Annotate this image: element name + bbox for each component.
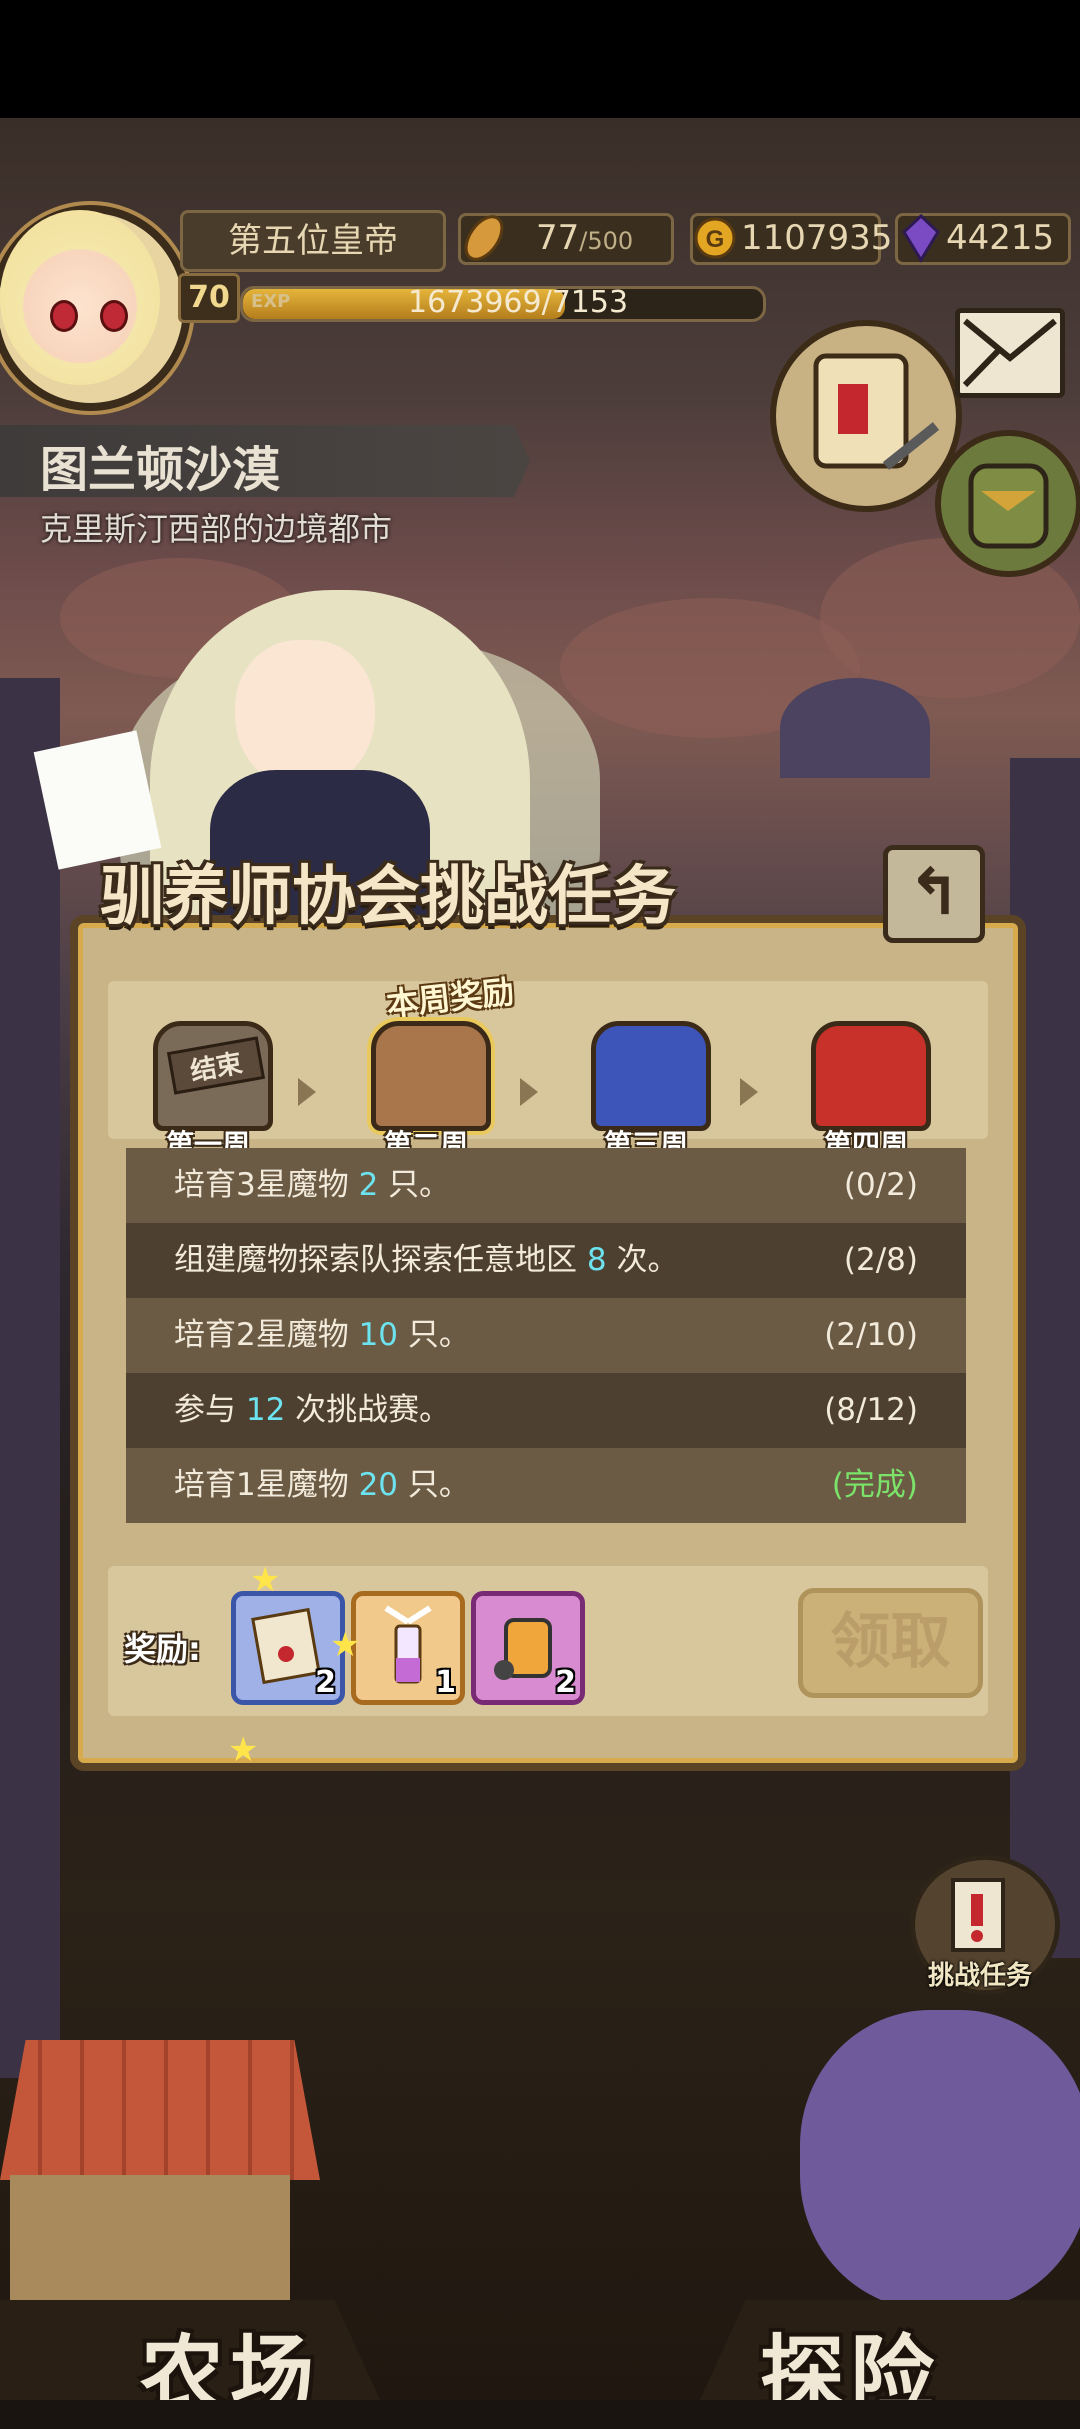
sparkle-icon: ★ <box>228 1730 259 1770</box>
task-progress: (8/12) <box>824 1392 918 1428</box>
tower <box>0 678 60 2078</box>
task-target: 2 <box>358 1167 379 1203</box>
exp-tag: EXP <box>251 291 291 312</box>
avatar[interactable] <box>0 210 160 385</box>
palace-dome <box>780 678 930 778</box>
back-arrow-icon: ↰ <box>907 856 961 930</box>
character-face <box>235 640 375 790</box>
reward-item[interactable]: 2 <box>471 1591 585 1705</box>
arrow-right-icon <box>298 1078 316 1106</box>
reward-count: 2 <box>555 1665 576 1700</box>
gem-icon <box>902 213 940 263</box>
panel-title: 驯养师协会挑战任务 <box>100 860 676 934</box>
challenge-quest-label: 挑战任务 <box>927 1961 1032 1991</box>
task-text: 只。 <box>398 1317 470 1353</box>
gem-value: 44215 <box>946 218 1055 258</box>
task-target: 8 <box>586 1242 607 1278</box>
mail-button[interactable] <box>955 308 1065 398</box>
task-row: 培育2星魔物 10 只。 (2/10) <box>126 1298 966 1373</box>
arrow-right-icon <box>520 1078 538 1106</box>
bag-button[interactable] <box>935 430 1080 577</box>
quest-scroll-button[interactable] <box>770 320 962 512</box>
task-list: 培育3星魔物 2 只。 (0/2) 组建魔物探索队探索任意地区 8 次。 (2/… <box>126 1148 966 1523</box>
task-text: 次挑战赛。 <box>285 1392 451 1428</box>
gold-value: 1107935 <box>741 218 893 258</box>
challenge-panel: 本周奖励 结束 第一周 第二周 第三周 第四周 培育3星魔物 2 只。 (0/2… <box>70 915 1026 1771</box>
svg-text:G: G <box>706 226 725 253</box>
envelope-icon <box>962 318 1057 388</box>
stamina-current: 77 <box>536 218 580 258</box>
nav-explore-label: 探险 <box>760 2326 941 2424</box>
exp-text: 1673969/7153 <box>408 285 629 320</box>
task-text: 培育2星魔物 <box>174 1317 359 1353</box>
sparkle-icon: ★ <box>330 1625 361 1665</box>
week-3-tab[interactable]: 第三周 <box>576 1021 716 1161</box>
task-row: 组建魔物探索队探索任意地区 8 次。 (2/8) <box>126 1223 966 1298</box>
task-row: 培育3星魔物 2 只。 (0/2) <box>126 1148 966 1223</box>
red-chest-icon <box>811 1021 931 1131</box>
location-description: 克里斯汀西部的边境都市 <box>40 510 393 548</box>
sparkle-icon: ★ <box>250 1560 281 1600</box>
task-row: 培育1星魔物 20 只。 (完成) <box>126 1448 966 1523</box>
task-row: 参与 12 次挑战赛。 (8/12) <box>126 1373 966 1448</box>
stamina-max: /500 <box>579 227 634 255</box>
task-progress: (2/8) <box>843 1242 918 1278</box>
gem-box[interactable]: 44215 <box>895 213 1071 265</box>
gold-box[interactable]: G 1107935 <box>690 213 892 265</box>
back-button[interactable]: ↰ <box>883 845 985 943</box>
task-text: 参与 <box>174 1392 246 1428</box>
week-1-tab[interactable]: 结束 第一周 <box>138 1021 278 1161</box>
stamina-box[interactable]: 77/500 <box>458 213 674 265</box>
player-title: 第五位皇帝 <box>180 210 446 272</box>
week-2-tab[interactable]: 第二周 <box>356 1021 496 1161</box>
scroll-icon <box>813 353 940 470</box>
task-text: 培育1星魔物 <box>174 1467 359 1503</box>
exp-bar: EXP 1673969/7153 <box>240 285 766 322</box>
task-text: 组建魔物探索队探索任意地区 <box>174 1242 587 1278</box>
eye <box>100 300 128 332</box>
arrow-right-icon <box>740 1078 758 1106</box>
reward-count: 1 <box>435 1665 456 1700</box>
week-4-tab[interactable]: 第四周 <box>796 1021 936 1161</box>
bread-icon <box>464 215 504 261</box>
week-strip: 本周奖励 结束 第一周 第二周 第三周 第四周 <box>108 972 988 1161</box>
blue-chest-icon <box>591 1021 711 1131</box>
ended-stamp: 结束 <box>166 1036 266 1095</box>
brown-chest-icon: 结束 <box>153 1021 273 1131</box>
task-target: 10 <box>358 1317 399 1353</box>
task-text: 次。 <box>606 1242 679 1278</box>
task-progress: (0/2) <box>843 1167 918 1203</box>
reward-item[interactable]: 2 <box>231 1591 345 1705</box>
reward-item[interactable]: 1 <box>351 1591 465 1705</box>
status-bar <box>0 0 1080 118</box>
eye <box>50 300 78 332</box>
reward-count: 2 <box>315 1665 336 1700</box>
nav-farm-button[interactable]: 农场 <box>0 2300 380 2400</box>
nav-farm-label: 农场 <box>140 2326 321 2424</box>
task-target: 12 <box>245 1392 286 1428</box>
location-name: 图兰顿沙漠 <box>40 442 281 498</box>
reward-label: 奖励: <box>124 1630 201 1668</box>
task-progress-complete: (完成) <box>831 1467 918 1503</box>
task-target: 20 <box>358 1467 399 1503</box>
nav-explore-button[interactable]: 探险 <box>700 2300 1080 2400</box>
task-text: 只。 <box>378 1167 451 1203</box>
player-level: 70 <box>178 273 240 323</box>
stamina-value: 77/500 <box>536 218 633 258</box>
magic-tree <box>800 2010 1080 2310</box>
task-progress: (2/10) <box>824 1317 918 1353</box>
gold-coin-icon: G <box>694 217 736 259</box>
reward-row: 奖励: 2 1 2 领取 <box>108 1566 988 1716</box>
claim-button[interactable]: 领取 <box>798 1588 983 1698</box>
task-text: 只。 <box>398 1467 470 1503</box>
farm-roof <box>0 2040 320 2180</box>
task-text: 培育3星魔物 <box>174 1167 359 1203</box>
backpack-icon <box>968 463 1049 549</box>
current-week-badge: 本周奖励 <box>384 972 516 1024</box>
brown-chest-icon <box>371 1021 491 1131</box>
